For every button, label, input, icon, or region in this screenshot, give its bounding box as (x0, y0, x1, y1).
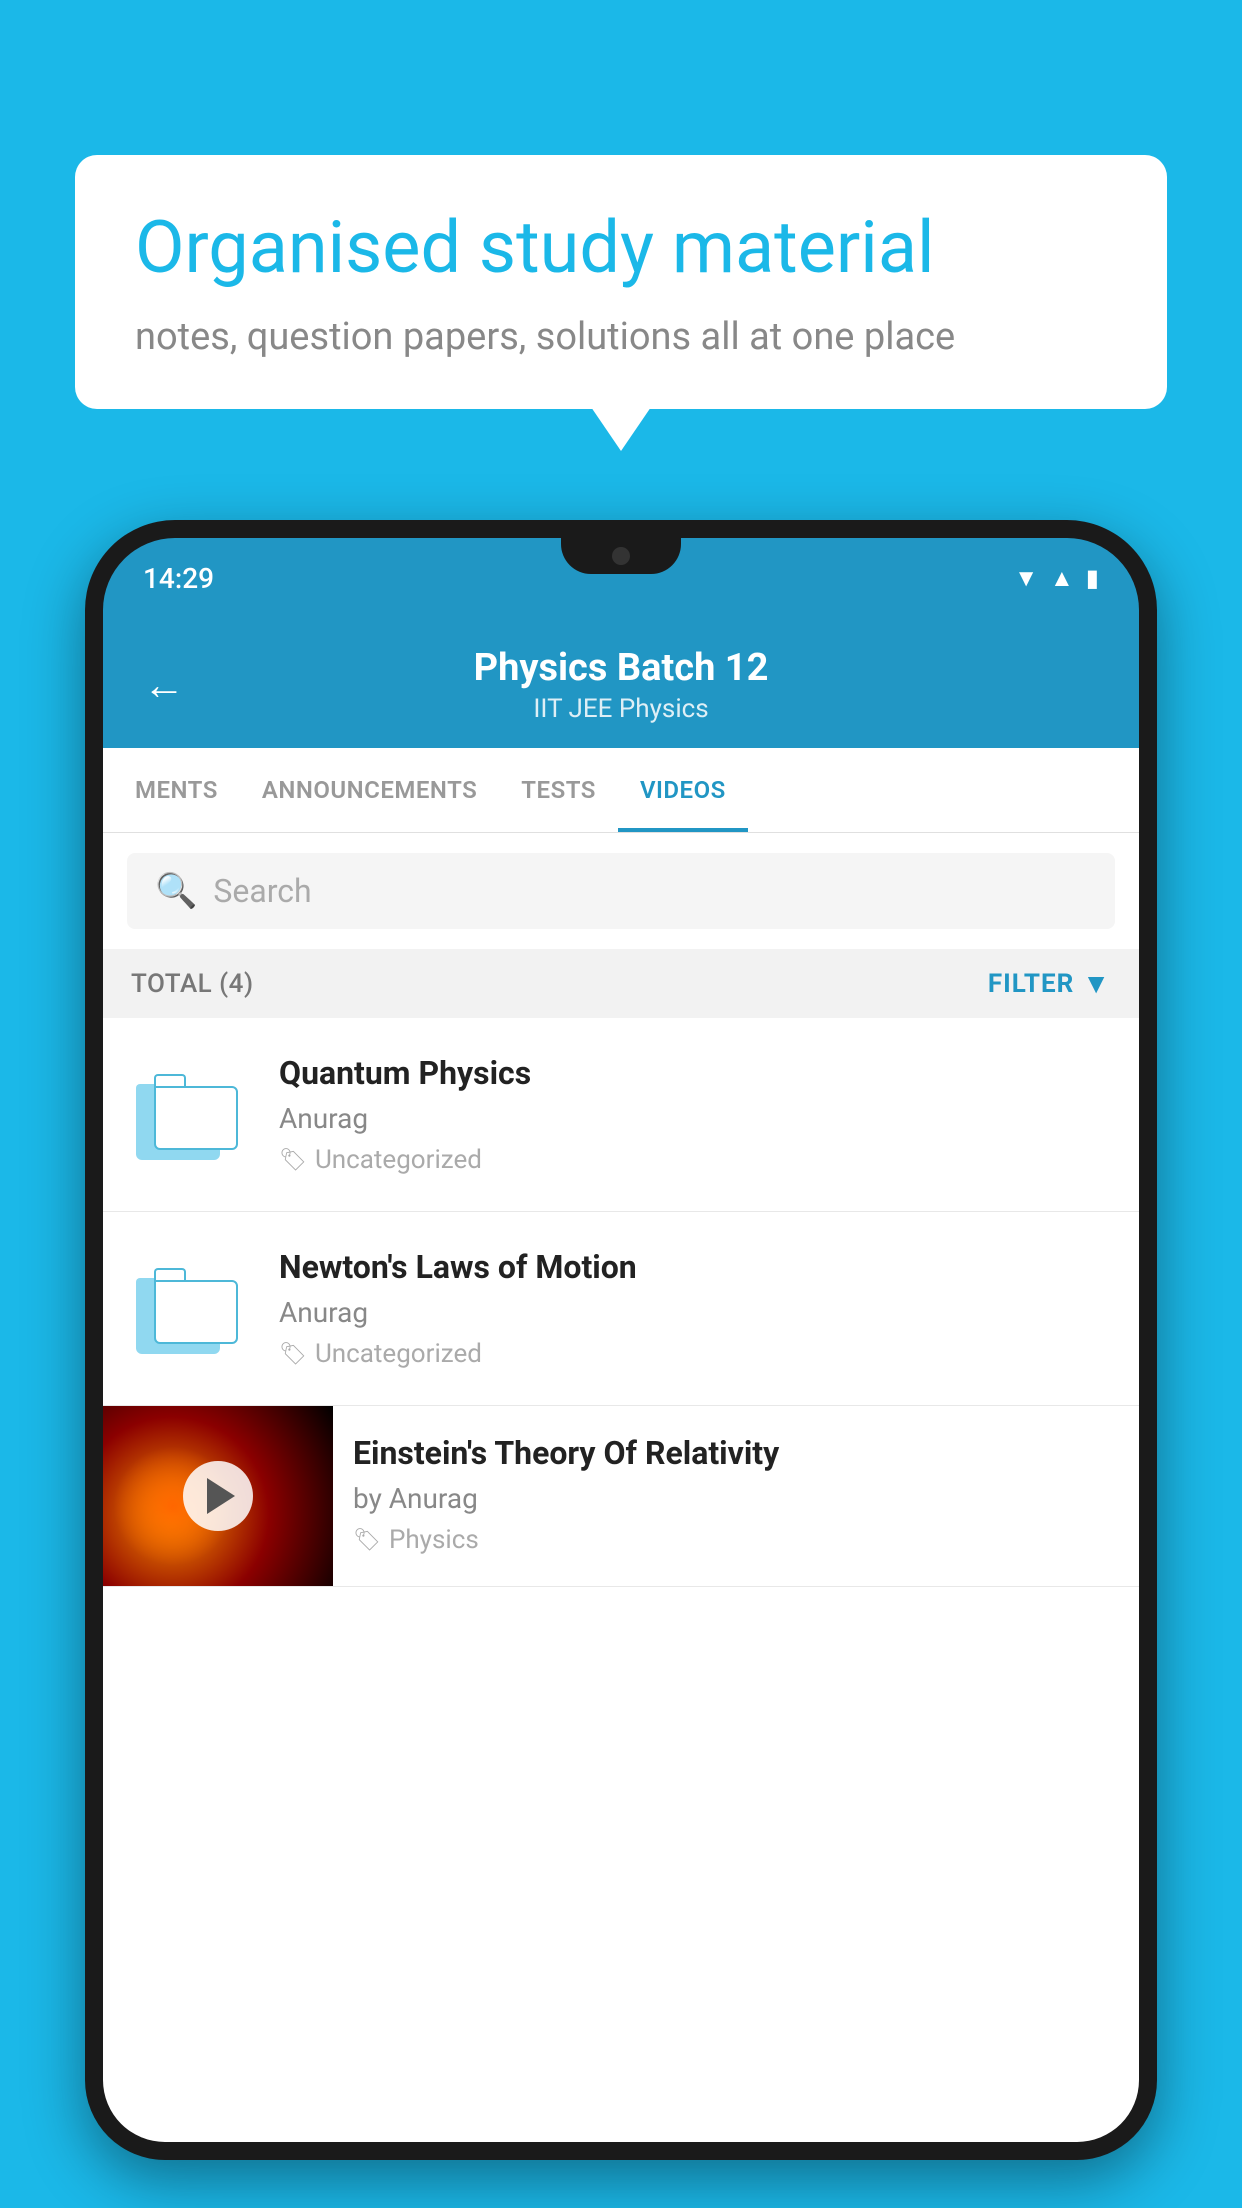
video-title: Newton's Laws of Motion (279, 1248, 1111, 1286)
tabs-row: MENTS ANNOUNCEMENTS TESTS VIDEOS (103, 748, 1139, 833)
tag-icon: 🏷 (279, 1148, 307, 1173)
search-container: 🔍 Search (103, 833, 1139, 949)
tag-icon: 🏷 (279, 1342, 307, 1367)
back-button[interactable]: ← (143, 661, 185, 710)
video-title: Einstein's Theory Of Relativity (353, 1434, 1119, 1472)
video-info: Einstein's Theory Of Relativity by Anura… (333, 1406, 1139, 1583)
speech-bubble-subtitle: notes, question papers, solutions all at… (135, 315, 1107, 359)
camera-dot (612, 547, 630, 565)
video-tag-row: 🏷 Uncategorized (279, 1339, 1111, 1369)
tab-tests[interactable]: TESTS (499, 748, 618, 832)
video-list: Quantum Physics Anurag 🏷 Uncategorized (103, 1018, 1139, 1587)
total-count: TOTAL (4) (131, 969, 254, 999)
tab-ments[interactable]: MENTS (113, 748, 240, 832)
play-button[interactable] (183, 1461, 253, 1531)
filter-funnel-icon: ▼ (1082, 967, 1111, 1000)
tab-videos[interactable]: VIDEOS (618, 748, 748, 832)
video-tag-row: 🏷 Uncategorized (279, 1145, 1111, 1175)
list-item[interactable]: Quantum Physics Anurag 🏷 Uncategorized (103, 1018, 1139, 1212)
video-folder-icon (131, 1259, 251, 1359)
video-info: Quantum Physics Anurag 🏷 Uncategorized (279, 1054, 1111, 1175)
tab-announcements[interactable]: ANNOUNCEMENTS (240, 748, 499, 832)
status-time: 14:29 (143, 562, 214, 595)
header-title-area: Physics Batch 12 IIT JEE Physics (209, 646, 1033, 724)
battery-icon: ▮ (1086, 564, 1099, 592)
video-folder-icon (131, 1065, 251, 1165)
signal-icon: ▲ (1050, 564, 1074, 593)
phone-container: 14:29 ▼ ▲ ▮ ← Physics Batch 12 IIT JEE P… (85, 520, 1157, 2208)
tag-icon: 🏷 (353, 1528, 381, 1553)
filter-label: FILTER (988, 969, 1074, 999)
batch-title: Physics Batch 12 (209, 646, 1033, 690)
play-triangle-icon (207, 1478, 235, 1514)
video-title: Quantum Physics (279, 1054, 1111, 1092)
video-info: Newton's Laws of Motion Anurag 🏷 Uncateg… (279, 1248, 1111, 1369)
video-tag: Physics (389, 1525, 479, 1555)
speech-bubble-container: Organised study material notes, question… (75, 155, 1167, 409)
filter-button[interactable]: FILTER ▼ (988, 967, 1111, 1000)
video-tag: Uncategorized (315, 1339, 482, 1369)
speech-bubble-title: Organised study material (135, 205, 1107, 291)
batch-subtitle: IIT JEE Physics (209, 694, 1033, 724)
video-tag: Uncategorized (315, 1145, 482, 1175)
list-item[interactable]: Newton's Laws of Motion Anurag 🏷 Uncateg… (103, 1212, 1139, 1406)
phone-notch (561, 538, 681, 574)
phone-screen: ← Physics Batch 12 IIT JEE Physics MENTS… (103, 618, 1139, 2142)
search-input[interactable]: Search (213, 872, 311, 910)
phone-outer: 14:29 ▼ ▲ ▮ ← Physics Batch 12 IIT JEE P… (85, 520, 1157, 2160)
video-tag-row: 🏷 Physics (353, 1525, 1119, 1555)
video-author: by Anurag (353, 1482, 1119, 1515)
video-thumbnail (103, 1406, 333, 1586)
search-bar[interactable]: 🔍 Search (127, 853, 1115, 929)
status-icons: ▼ ▲ ▮ (1014, 564, 1099, 593)
video-author: Anurag (279, 1296, 1111, 1329)
filter-row: TOTAL (4) FILTER ▼ (103, 949, 1139, 1018)
video-author: Anurag (279, 1102, 1111, 1135)
list-item[interactable]: Einstein's Theory Of Relativity by Anura… (103, 1406, 1139, 1587)
status-bar: 14:29 ▼ ▲ ▮ (103, 538, 1139, 618)
speech-bubble: Organised study material notes, question… (75, 155, 1167, 409)
wifi-icon: ▼ (1014, 564, 1038, 593)
app-header: ← Physics Batch 12 IIT JEE Physics (103, 618, 1139, 748)
search-icon: 🔍 (155, 871, 197, 911)
